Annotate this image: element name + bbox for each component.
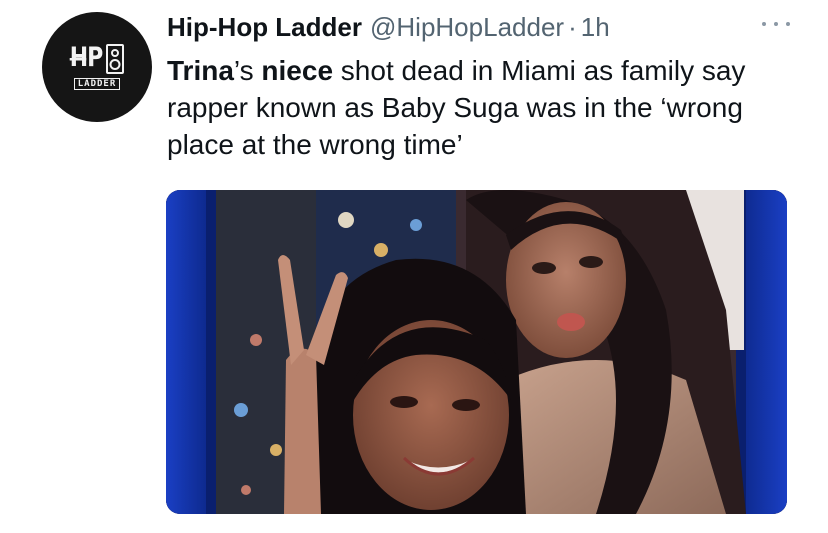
- more-dot: [786, 22, 790, 26]
- tweet-media-photo[interactable]: [166, 190, 787, 514]
- text-bold-niece: niece: [261, 55, 334, 86]
- logo-letters: H̶P: [69, 43, 104, 74]
- hiphop-logo: H̶P: [70, 44, 125, 74]
- tweet-header: Hip-Hop Ladder @HipHopLadder · 1h: [167, 10, 808, 44]
- more-dot: [762, 22, 766, 26]
- speaker-icon: [106, 44, 125, 74]
- tweet-text: Trina’s niece shot dead in Miami as fami…: [167, 52, 807, 163]
- photo-illustration: [166, 190, 787, 514]
- user-handle[interactable]: @HipHopLadder: [370, 10, 564, 44]
- separator-dot: ·: [568, 12, 577, 42]
- text-possessive: ’s: [233, 55, 262, 86]
- more-dots-icon[interactable]: [762, 14, 790, 34]
- logo-ladder-word: LADDER: [73, 78, 121, 90]
- more-dot: [774, 22, 778, 26]
- timestamp[interactable]: 1h: [581, 10, 610, 44]
- display-name[interactable]: Hip-Hop Ladder: [167, 10, 362, 44]
- text-bold-trina: Trina: [167, 55, 234, 86]
- profile-avatar[interactable]: H̶P LADDER: [42, 12, 152, 122]
